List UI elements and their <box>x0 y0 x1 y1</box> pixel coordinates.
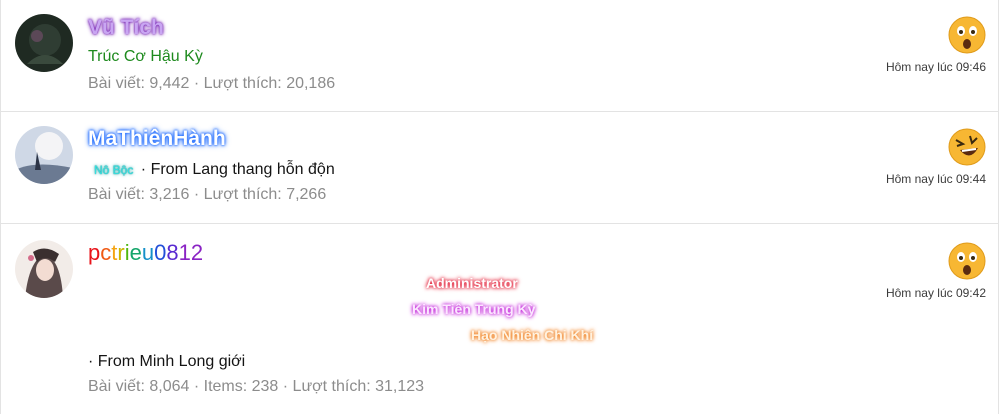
username[interactable]: MaThiênHành <box>88 127 226 151</box>
username-char: u <box>141 240 155 265</box>
username-char: 1 <box>178 240 191 265</box>
timestamp[interactable]: Hôm nay lúc 09:46 <box>886 60 986 74</box>
reaction-row: Vũ Tích Trúc Cơ Hậu Kỳ Bài viết: 9,442 ·… <box>1 0 998 112</box>
username-char: 2 <box>190 240 204 265</box>
wow-face-icon <box>948 16 986 54</box>
user-title: Nô Bộc · From Lang thang hỗn độn <box>88 161 335 179</box>
wow-face-icon <box>948 242 986 280</box>
user-location: · From Minh Long giới <box>88 353 246 370</box>
user-stats: Bài viết: 3,216 · Lượt thích: 7,266 <box>88 186 327 203</box>
rank-hao-nhien: Hạo Nhiên Chi Khí <box>471 327 594 343</box>
username[interactable]: pctrieu0812 <box>88 240 203 266</box>
avatar[interactable] <box>15 240 73 298</box>
user-badge: Nô Bộc <box>94 163 134 177</box>
timestamp[interactable]: Hôm nay lúc 09:42 <box>886 286 986 300</box>
rank-administrator: Administrator <box>426 275 518 291</box>
username-char: p <box>88 240 101 265</box>
reaction-row: MaThiênHành Nô Bộc · From Lang thang hỗn… <box>1 111 998 224</box>
user-stats: Bài viết: 8,064 · Items: 238 · Lượt thíc… <box>88 378 425 395</box>
timestamp[interactable]: Hôm nay lúc 09:44 <box>886 172 986 186</box>
avatar[interactable] <box>15 126 73 184</box>
rank-kim-tien: Kim Tiên Trung Kỳ <box>412 301 536 317</box>
username-char: e <box>129 240 142 265</box>
username[interactable]: Vũ Tích <box>88 16 164 40</box>
username-char: r <box>117 240 125 265</box>
username-char: 8 <box>166 240 179 265</box>
reaction-list: Vũ Tích Trúc Cơ Hậu Kỳ Bài viết: 9,442 ·… <box>0 0 999 414</box>
username-char: 0 <box>154 240 167 265</box>
username-char: c <box>100 240 112 265</box>
user-title: Trúc Cơ Hậu Kỳ <box>88 48 203 65</box>
laughing-face-icon <box>948 128 986 166</box>
user-location: · From Lang thang hỗn độn <box>136 161 335 178</box>
reaction-row: pctrieu0812 Administrator Kim Tiên Trung… <box>1 223 998 414</box>
avatar[interactable] <box>15 14 73 72</box>
user-stats: Bài viết: 9,442 · Lượt thích: 20,186 <box>88 75 336 92</box>
